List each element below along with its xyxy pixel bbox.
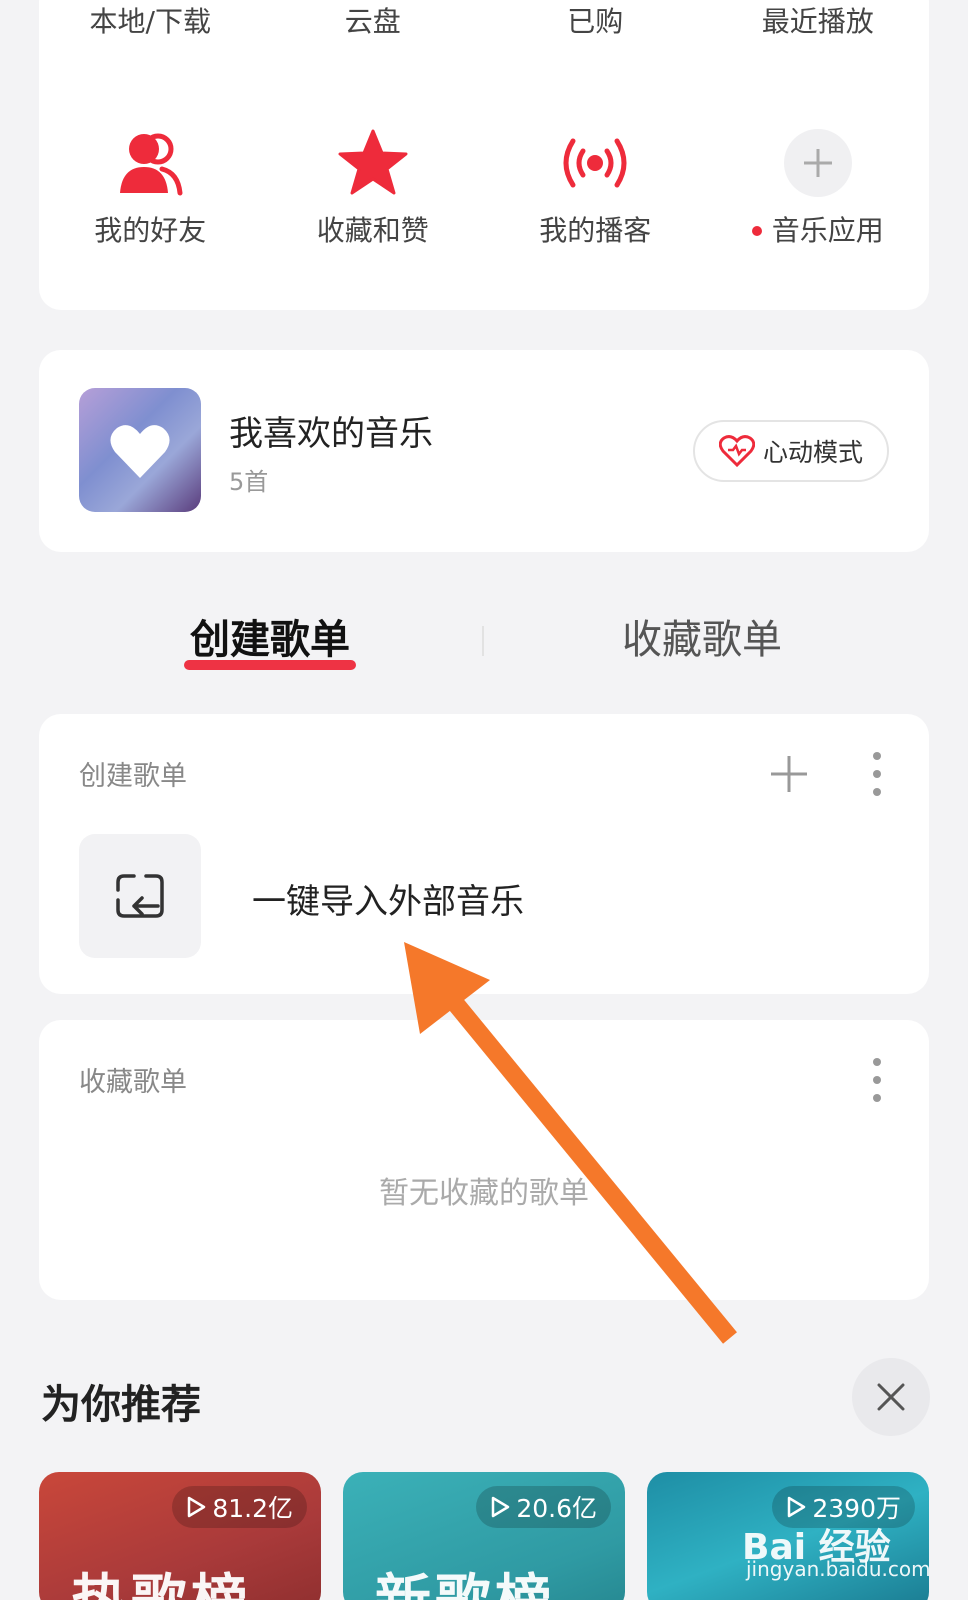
purchased-link[interactable]: 已购 <box>484 0 707 44</box>
favorites-likes-button[interactable]: 收藏和赞 <box>262 125 485 251</box>
collected-more-icon[interactable] <box>865 1058 889 1102</box>
friends-icon <box>120 133 183 196</box>
recommend-card-title: 新歌榜 <box>375 1556 555 1600</box>
collected-playlists-header: 收藏歌单 <box>79 1067 187 1098</box>
import-music-button[interactable] <box>79 834 201 958</box>
collected-playlists-card: 收藏歌单 暂无收藏的歌单 <box>39 1020 929 1300</box>
liked-music-card[interactable]: 我喜欢的音乐 5首 心动模式 <box>39 350 929 552</box>
play-count: 81.2亿 <box>212 1494 293 1523</box>
music-apps-text: 音乐应用 <box>771 214 884 247</box>
play-icon <box>492 1496 510 1518</box>
close-icon <box>877 1383 905 1411</box>
recommend-title: 为你推荐 <box>41 1382 201 1428</box>
my-podcast-label: 我的播客 <box>539 214 652 247</box>
tab-collected-playlists[interactable]: 收藏歌单 <box>622 612 782 668</box>
liked-music-count: 5首 <box>229 468 269 496</box>
baidu-watermark-url: jingyan.baidu.com <box>746 1557 931 1581</box>
heartbeat-mode-label: 心动模式 <box>762 438 863 467</box>
star-icon <box>338 129 408 195</box>
plus-icon <box>783 129 852 197</box>
new-indicator-dot <box>751 226 762 236</box>
my-friends-button[interactable]: 我的好友 <box>39 125 262 251</box>
recent-play-link[interactable]: 最近播放 <box>707 0 930 44</box>
created-playlists-header: 创建歌单 <box>79 761 187 792</box>
add-playlist-icon[interactable] <box>769 754 809 794</box>
recommend-card-new[interactable]: 20.6亿 新歌榜 <box>343 1472 625 1600</box>
play-icon <box>188 1496 206 1518</box>
play-icon <box>788 1496 806 1518</box>
heart-icon <box>110 425 170 478</box>
recommend-card-title: 热歌榜 <box>71 1556 251 1600</box>
liked-music-cover <box>79 388 201 512</box>
created-playlists-card: 创建歌单 一键导入外部音乐 <box>39 714 929 994</box>
import-music-label[interactable]: 一键导入外部音乐 <box>252 874 524 923</box>
close-recommend-button[interactable] <box>852 1358 930 1436</box>
play-count-badge: 20.6亿 <box>476 1486 611 1528</box>
play-count-badge: 81.2亿 <box>172 1486 307 1528</box>
playlist-tabs: 创建歌单 收藏歌单 <box>0 612 968 676</box>
top-shortcut-row: 本地/下载 云盘 已购 最近播放 <box>39 0 929 44</box>
podcast-icon <box>563 138 627 188</box>
liked-music-title: 我喜欢的音乐 <box>229 414 433 454</box>
heartbeat-icon <box>718 435 755 467</box>
icon-shortcut-row: 我的好友 收藏和赞 我的播客 音乐应用 <box>39 125 929 251</box>
quick-access-card: 本地/下载 云盘 已购 最近播放 我的好友 收藏和赞 我的播客 音乐应用 <box>39 0 929 310</box>
my-friends-label: 我的好友 <box>94 214 207 247</box>
recommend-card-hot[interactable]: 81.2亿 热歌榜 <box>39 1472 321 1600</box>
created-more-icon[interactable] <box>865 752 889 796</box>
empty-collected-text: 暂无收藏的歌单 <box>379 1176 589 1211</box>
tab-created-playlists[interactable]: 创建歌单 <box>184 612 356 670</box>
heartbeat-mode-button[interactable]: 心动模式 <box>693 420 889 482</box>
play-count: 20.6亿 <box>516 1494 597 1523</box>
cloud-disk-link[interactable]: 云盘 <box>262 0 485 44</box>
my-podcast-button[interactable]: 我的播客 <box>484 125 707 251</box>
music-apps-button[interactable]: 音乐应用 <box>707 125 930 251</box>
tab-divider <box>482 626 484 656</box>
favorites-likes-label: 收藏和赞 <box>316 214 429 247</box>
local-download-link[interactable]: 本地/下载 <box>39 0 262 44</box>
import-icon <box>116 874 164 918</box>
music-apps-label: 音乐应用 <box>751 211 884 251</box>
